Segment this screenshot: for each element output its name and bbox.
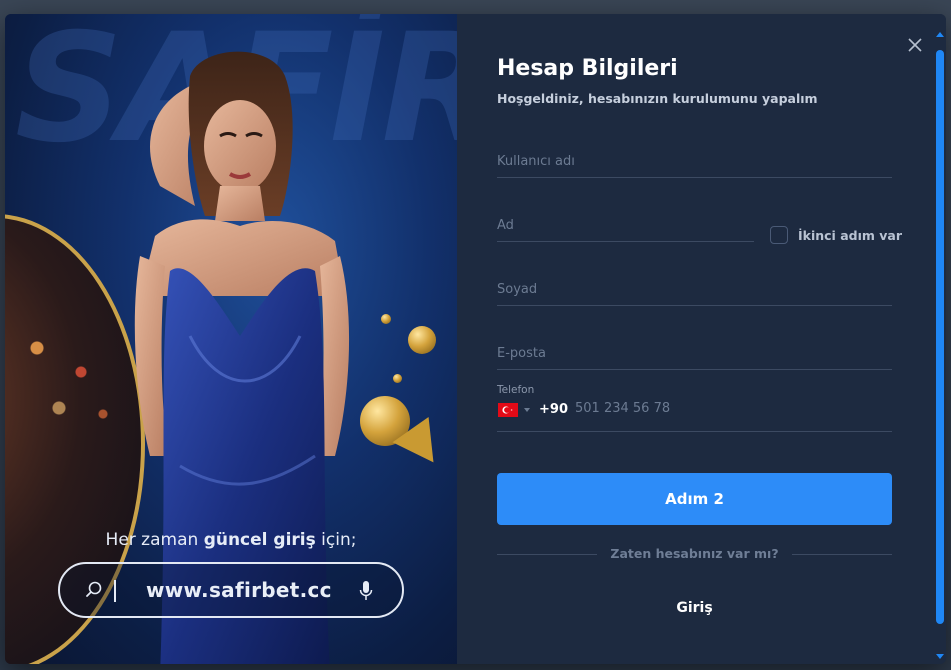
casino-lights [15, 324, 125, 444]
microphone-icon [359, 581, 373, 600]
phone-field: Telefon +90 [497, 384, 892, 432]
email-field [497, 330, 892, 370]
turkey-flag-icon[interactable] [498, 403, 518, 417]
username-field [497, 138, 892, 178]
form-panel: Hesap Bilgileri Hoşgeldiniz, hesabınızın… [457, 14, 946, 664]
url-search-pill: www.safirbet.cc [58, 562, 404, 618]
second-name-label: İkinci adım var [798, 227, 902, 243]
email-input[interactable] [497, 346, 892, 361]
country-code: +90 [539, 402, 568, 417]
next-step-button[interactable]: Adım 2 [497, 473, 892, 525]
scrollbar-thumb[interactable] [936, 50, 944, 624]
checkbox-box[interactable] [770, 226, 788, 244]
divider-line-right [792, 554, 892, 555]
phone-label: Telefon [497, 384, 535, 396]
have-account-divider: Zaten hesabınız var mı? [497, 546, 892, 562]
tagline-bold: güncel giriş [203, 530, 316, 550]
text-caret [114, 580, 116, 602]
login-link[interactable]: Giriş [497, 600, 892, 616]
close-icon[interactable] [906, 36, 924, 54]
registration-modal: SAFİR [5, 14, 946, 664]
gold-sphere-medium [408, 326, 436, 354]
search-icon [86, 581, 102, 597]
scrollbar[interactable] [934, 30, 944, 662]
promo-panel: SAFİR [5, 14, 457, 664]
name-field [497, 202, 754, 242]
phone-input[interactable] [575, 401, 875, 416]
form-subtitle: Hoşgeldiniz, hesabınızın kurulumunu yapa… [497, 91, 818, 106]
surname-input[interactable] [497, 282, 892, 297]
gold-sphere-small [381, 314, 391, 324]
surname-field [497, 266, 892, 306]
second-name-checkbox[interactable]: İkinci adım var [770, 225, 902, 245]
tagline-suffix: için; [315, 530, 357, 550]
promo-url: www.safirbet.cc [146, 578, 332, 602]
scroll-down-arrow-icon[interactable] [936, 654, 944, 659]
username-input[interactable] [497, 154, 892, 169]
form-title: Hesap Bilgileri [497, 56, 678, 81]
name-input[interactable] [497, 218, 754, 233]
country-dropdown-caret-icon[interactable] [524, 408, 530, 412]
scroll-up-arrow-icon[interactable] [936, 32, 944, 37]
promo-tagline: Her zaman güncel giriş için; [5, 530, 457, 550]
tagline-prefix: Her zaman [105, 530, 204, 550]
gold-sphere-tiny [393, 374, 402, 383]
